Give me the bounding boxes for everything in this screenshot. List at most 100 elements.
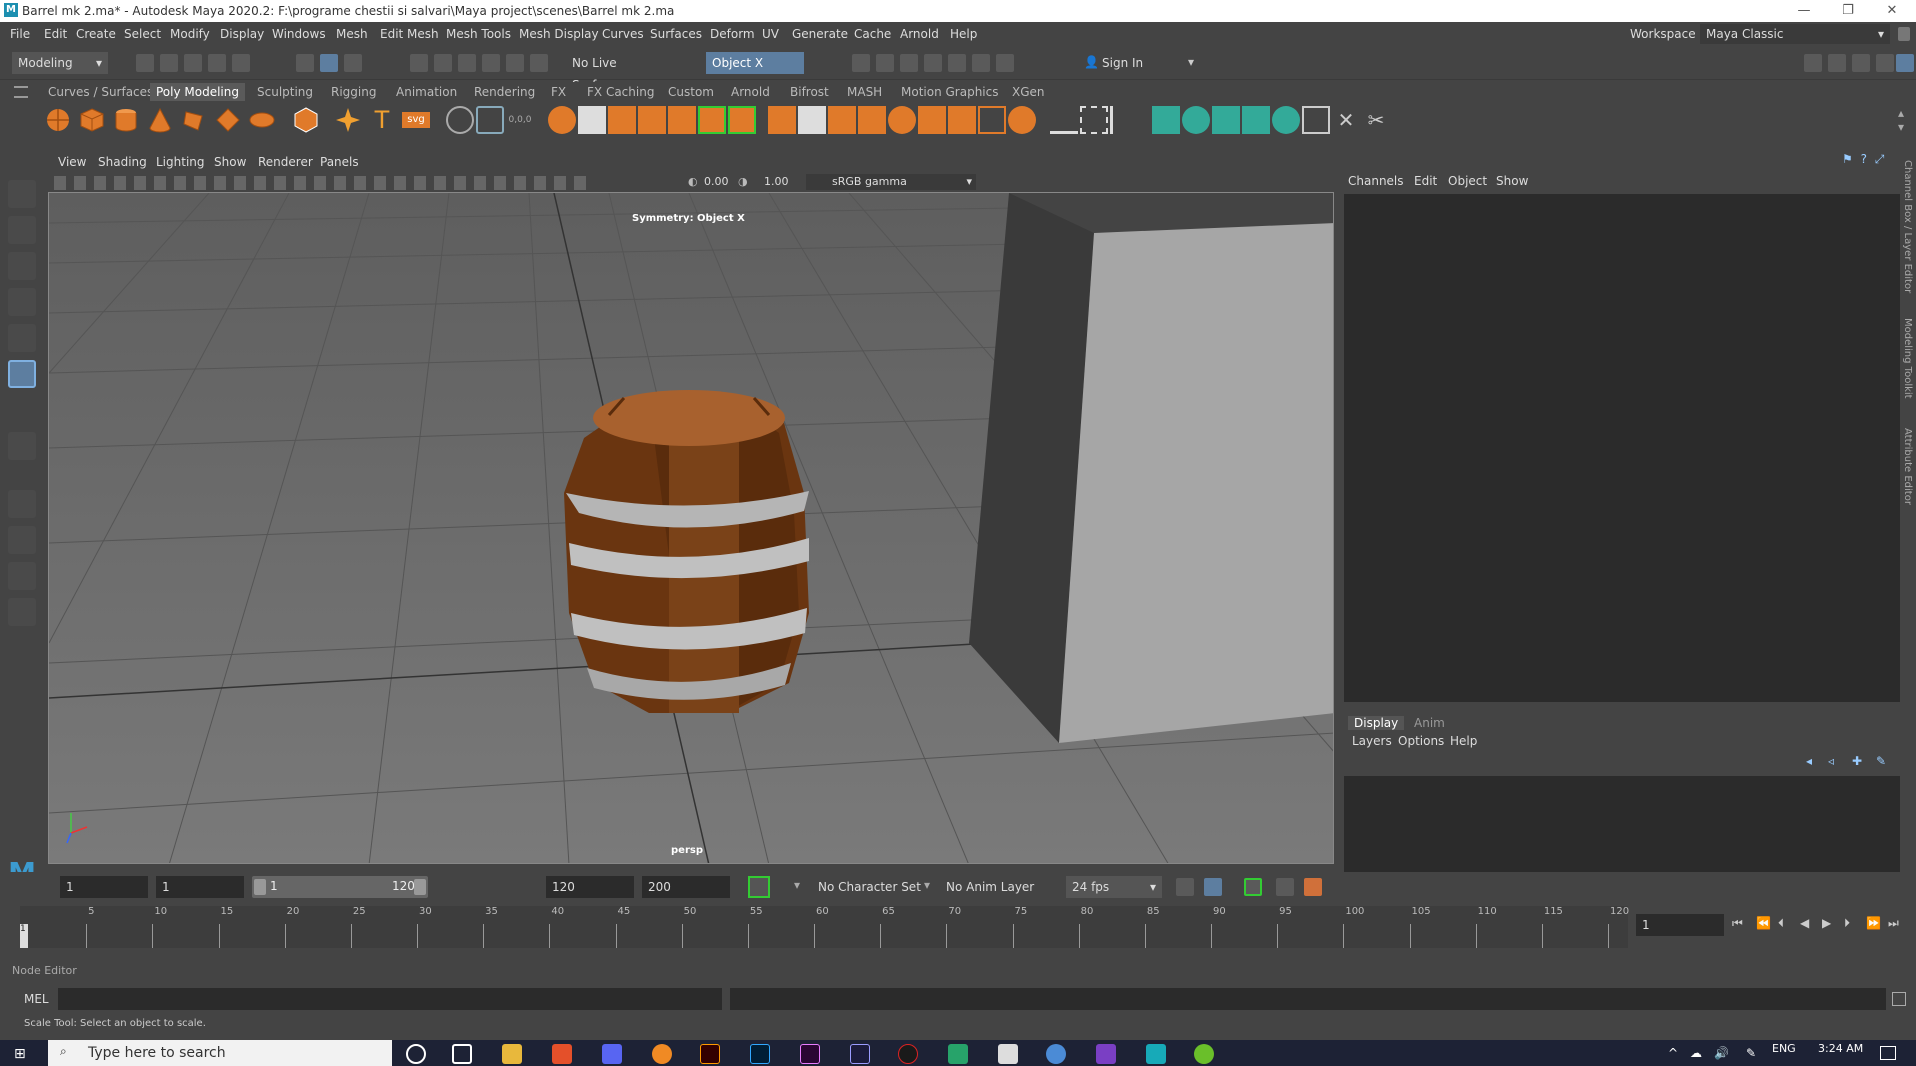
cylindrical-map-icon[interactable]	[1212, 106, 1240, 134]
lasso-tool-icon[interactable]	[8, 216, 36, 244]
panel-menu-shading[interactable]: Shading	[98, 155, 147, 169]
step-forward-frame-icon[interactable]: ⏵	[1844, 916, 1850, 931]
box-object[interactable]	[969, 193, 1334, 743]
circularize-icon[interactable]	[1008, 106, 1036, 134]
insert-edge-loop-icon[interactable]	[1080, 106, 1108, 134]
end-time-field[interactable]: 200	[642, 876, 730, 898]
barrel-object[interactable]	[564, 390, 809, 713]
append-polygon-icon[interactable]	[858, 106, 886, 134]
start-time-field[interactable]: 1	[60, 876, 148, 898]
new-scene-icon[interactable]	[136, 54, 154, 72]
two-view-layout-icon[interactable]	[8, 562, 36, 590]
panel-menu-view[interactable]: View	[58, 155, 86, 169]
shelf-menu-icon[interactable]	[14, 86, 28, 98]
collapse-icon[interactable]	[918, 106, 946, 134]
maximize-button[interactable]: ❐	[1826, 0, 1870, 22]
separate-icon[interactable]	[578, 106, 606, 134]
side-tab-modeling-toolkit[interactable]: Modeling Toolkit	[1902, 318, 1913, 408]
offset-edge-loop-icon[interactable]	[1110, 106, 1138, 134]
go-to-end-icon[interactable]: ⏭	[1888, 916, 1899, 931]
pen-icon[interactable]: ✎	[1746, 1046, 1756, 1060]
language-indicator[interactable]: ENG	[1772, 1042, 1796, 1055]
center-pivot-icon[interactable]: 0,0,0	[506, 106, 534, 134]
snap-point-icon[interactable]	[458, 54, 476, 72]
gamepad-icon[interactable]	[948, 1044, 968, 1064]
lock-icon[interactable]	[1898, 27, 1910, 41]
redo-icon[interactable]	[232, 54, 250, 72]
menu-help[interactable]: Help	[950, 27, 977, 41]
windows-start-icon[interactable]: ⊞	[14, 1046, 26, 1062]
snap-curve-icon[interactable]	[434, 54, 452, 72]
poly-torus-icon[interactable]	[180, 106, 208, 134]
booleans-icon[interactable]	[668, 106, 696, 134]
select-object-icon[interactable]	[320, 54, 338, 72]
color-space-dropdown[interactable]: sRGB gamma ▾	[806, 174, 976, 190]
side-tab-attribute-editor[interactable]: Attribute Editor	[1902, 428, 1913, 518]
single-view-layout-icon[interactable]	[8, 490, 36, 518]
move-tool-icon[interactable]	[8, 288, 36, 316]
shelf-tab-sculpting[interactable]: Sculpting	[257, 85, 313, 99]
channel-box-content[interactable]	[1344, 194, 1900, 702]
minimize-button[interactable]: —	[1782, 0, 1826, 22]
last-tool-icon[interactable]	[8, 432, 36, 460]
shelf-scroll-down-icon[interactable]: ▾	[1898, 120, 1904, 134]
super-shape-icon[interactable]	[334, 106, 362, 134]
range-slider[interactable]: 1 120	[252, 876, 428, 898]
menu-edit-mesh[interactable]: Edit Mesh	[380, 27, 439, 41]
extract-icon[interactable]	[608, 106, 636, 134]
new-layer-icon[interactable]: ✚	[1852, 754, 1862, 768]
shelf-tab-custom[interactable]: Custom	[668, 85, 714, 99]
new-layer-selected-icon[interactable]: ✎	[1876, 754, 1886, 768]
four-view-layout-icon[interactable]	[8, 526, 36, 554]
shelf-tab-arnold[interactable]: Arnold	[731, 85, 770, 99]
menu-mesh[interactable]: Mesh	[336, 27, 368, 41]
time-slider-track[interactable]: 5 10 15 20 25 30 35 40 45 50 55 60 65 70 75 80 85 90 95 100…	[20, 906, 1629, 948]
menu-surfaces[interactable]: Surfaces	[650, 27, 702, 41]
shelf-tab-mash[interactable]: MASH	[847, 85, 882, 99]
shelf-scroll-up-icon[interactable]: ▴	[1898, 106, 1904, 120]
menu-file[interactable]: File	[10, 27, 30, 41]
merge-icon[interactable]	[888, 106, 916, 134]
cortana-icon[interactable]	[406, 1044, 426, 1064]
step-back-frame-icon[interactable]: ⏴	[1778, 916, 1784, 931]
snap-grid-icon[interactable]	[410, 54, 428, 72]
select-hierarchy-icon[interactable]	[296, 54, 314, 72]
planar-map-icon[interactable]	[1182, 106, 1210, 134]
exposure-field[interactable]: 0.00	[704, 175, 729, 188]
wedge-icon[interactable]	[978, 106, 1006, 134]
cache-playback-icon[interactable]	[1204, 878, 1222, 896]
arnold-icon[interactable]	[898, 1044, 918, 1064]
premiere-icon[interactable]	[800, 1044, 820, 1064]
layer-menu-layers[interactable]: Layers	[1352, 734, 1392, 748]
shelf-tab-bifrost[interactable]: Bifrost	[790, 85, 829, 99]
character-set-dropdown[interactable]: No Character Set	[818, 880, 921, 894]
select-tool-icon[interactable]	[8, 180, 36, 208]
steam-icon[interactable]	[1046, 1044, 1066, 1064]
paint-select-tool-icon[interactable]	[8, 252, 36, 280]
save-scene-icon[interactable]	[184, 54, 202, 72]
render-frame-icon[interactable]	[852, 54, 870, 72]
channel-menu-show[interactable]: Show	[1496, 174, 1528, 188]
select-component-icon[interactable]	[344, 54, 362, 72]
photoshop-icon[interactable]	[750, 1044, 770, 1064]
layer-tab-anim[interactable]: Anim	[1414, 716, 1445, 730]
snap-surface-icon[interactable]	[506, 54, 524, 72]
sound-icon[interactable]	[1244, 878, 1262, 896]
undo-icon[interactable]	[208, 54, 226, 72]
move-layer-down-icon[interactable]: ◃	[1828, 754, 1834, 768]
panel-menu-show[interactable]: Show	[214, 155, 246, 169]
arnold-render-icon[interactable]	[972, 54, 990, 72]
ghost-icon[interactable]	[1304, 878, 1322, 896]
extrude-icon[interactable]	[768, 106, 796, 134]
range-slider-start-handle[interactable]	[254, 879, 266, 895]
shelf-tab-fx[interactable]: FX	[551, 85, 566, 99]
channel-box-icon[interactable]	[1896, 54, 1914, 72]
menu-generate[interactable]: Generate	[792, 27, 848, 41]
ipr-render-icon[interactable]	[876, 54, 894, 72]
menu-uv[interactable]: UV	[762, 27, 779, 41]
character-controls-icon[interactable]	[1828, 54, 1846, 72]
multi-cut-icon[interactable]	[1050, 106, 1078, 134]
visual-studio-icon[interactable]	[1096, 1044, 1116, 1064]
help-icon[interactable]: ?	[1861, 152, 1867, 166]
poly-sphere-icon[interactable]	[44, 106, 72, 134]
